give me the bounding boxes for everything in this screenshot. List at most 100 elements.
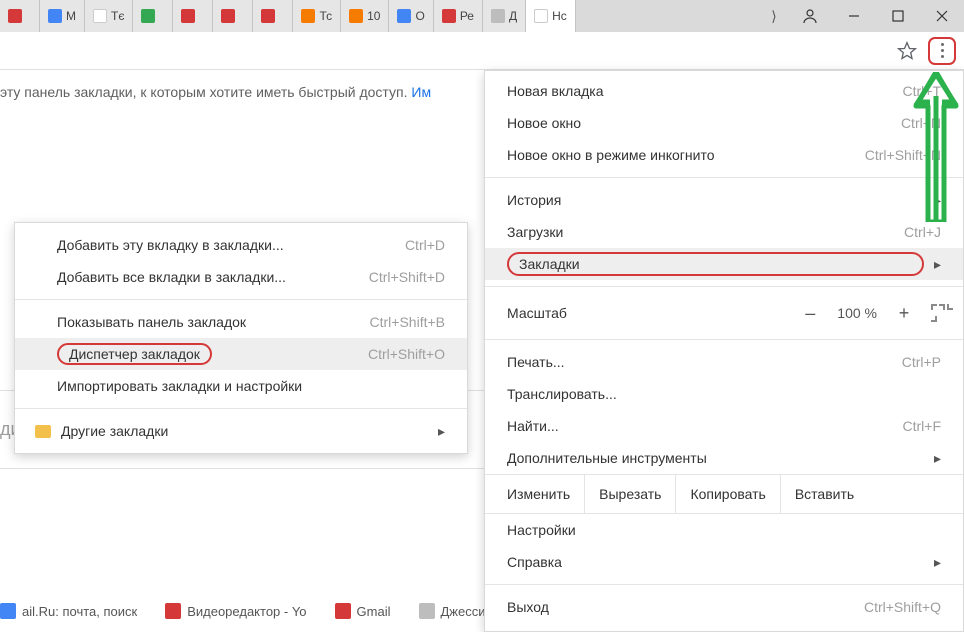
account-icon[interactable] [788,0,832,32]
tabstrip: MТє Тс 10 О Ре Д Нс [0,0,760,32]
zoom-value: 100 % [837,305,877,321]
favicon [8,9,22,23]
zoom-label: Масштаб [507,305,797,321]
hint-link[interactable]: Им [411,84,431,100]
menu-separator [485,339,963,340]
submenu-arrow-icon: ▸ [934,450,941,467]
menu-item[interactable]: Справка ▸ [485,546,963,578]
titlebar: MТє Тс 10 О Ре Д Нс ⟩ [0,0,964,32]
main-menu: Новая вкладкаCtrl+TНовое окноCtrl+NНовое… [484,70,964,632]
edit-cut-button[interactable]: Вырезать [585,475,675,513]
bookmark-shortcut[interactable]: Gmail [335,603,391,619]
zoom-row: Масштаб–100 % + [485,293,963,333]
menu-item[interactable]: Печать...Ctrl+P [485,346,963,378]
browser-tab[interactable]: Д [483,0,526,32]
edit-copy-button[interactable]: Копировать [676,475,779,513]
maximize-button[interactable] [876,0,920,32]
favicon [491,9,505,23]
browser-tab[interactable] [253,0,293,32]
favicon [181,9,195,23]
menu-label: Загрузки [507,224,904,240]
browser-tab[interactable] [213,0,253,32]
tab-label: О [415,9,424,23]
menu-item[interactable]: Найти...Ctrl+F [485,410,963,442]
menu-separator [15,408,467,409]
browser-tab[interactable] [0,0,40,32]
shortcut-label: Ctrl+J [904,224,941,240]
zoom-out-button[interactable]: – [797,303,823,324]
submenu-label: Добавить эту вкладку в закладки... [57,237,405,253]
close-button[interactable] [920,0,964,32]
tab-label: 10 [367,9,380,23]
favicon [397,9,411,23]
bookmarks-submenu: Добавить эту вкладку в закладки...Ctrl+D… [14,222,468,454]
menu-item[interactable]: Новая вкладкаCtrl+T [485,75,963,107]
menu-item[interactable]: Новое окно в режиме инкогнитоCtrl+Shift+… [485,139,963,171]
submenu-item[interactable]: Диспетчер закладокCtrl+Shift+O [15,338,467,370]
browser-tab[interactable]: Нс [526,0,576,32]
more-menu-button[interactable] [928,37,956,65]
shortcut-label: Ctrl+Shift+N [865,147,941,163]
folder-item[interactable]: Другие закладки▸ [15,415,467,447]
submenu-item[interactable]: Показывать панель закладокCtrl+Shift+B [15,306,467,338]
menu-label: Новое окно [507,115,901,131]
toolbar [0,32,964,70]
menu-item[interactable]: История▸ [485,184,963,216]
submenu-item[interactable]: Импортировать закладки и настройки [15,370,467,402]
menu-item[interactable]: Новое окноCtrl+N [485,107,963,139]
submenu-item[interactable]: Добавить все вкладки в закладки...Ctrl+S… [15,261,467,293]
submenu-item[interactable]: Добавить эту вкладку в закладки...Ctrl+D [15,229,467,261]
menu-label: Настройки [507,522,941,538]
menu-separator [485,584,963,585]
zoom-controls: –100 % + [797,303,953,324]
shortcut-label: Gmail [357,604,391,619]
browser-tab[interactable]: 10 [341,0,389,32]
menu-item[interactable]: Дополнительные инструменты ▸ [485,442,963,474]
submenu-arrow-icon: ▸ [934,554,941,571]
shortcut-label: Ctrl+Shift+Q [864,599,941,615]
browser-tab[interactable]: Ре [434,0,483,32]
menu-label: Печать... [507,354,902,370]
favicon [0,603,16,619]
tab-label: Д [509,9,517,23]
folder-icon [35,425,51,438]
browser-tab[interactable]: M [40,0,85,32]
shortcut-label: Ctrl+Shift+O [368,346,445,362]
menu-label: Выход [507,599,864,615]
menu-separator [485,177,963,178]
shortcut-label: ail.Ru: почта, поиск [22,604,137,619]
new-tab-button[interactable]: ⟩ [760,0,788,32]
menu-item[interactable]: Транслировать... [485,378,963,410]
bookmark-shortcut[interactable]: Видеоредактор - Yo [165,603,306,619]
shortcut-label: Ctrl+Shift+D [369,269,445,285]
shortcut-label: Ctrl+N [901,115,941,131]
menu-label: Дополнительные инструменты [507,450,924,466]
browser-tab[interactable] [133,0,173,32]
menu-label: Найти... [507,418,903,434]
menu-label: История [507,192,924,208]
edit-row: ИзменитьВырезатьКопироватьВставить [485,474,963,514]
menu-item[interactable]: Настройки [485,514,963,546]
tab-label: Ре [460,9,474,23]
submenu-label: Показывать панель закладок [57,314,370,330]
browser-tab[interactable] [173,0,213,32]
submenu-arrow-icon: ▸ [438,423,445,440]
submenu-label: Добавить все вкладки в закладки... [57,269,369,285]
menu-label: Закладки [507,252,924,276]
bookmark-star-button[interactable] [896,40,918,62]
browser-tab[interactable]: Тє [85,0,133,32]
favicon [442,9,456,23]
edit-paste-button[interactable]: Вставить [781,475,868,513]
zoom-in-button[interactable]: + [891,303,917,324]
minimize-button[interactable] [832,0,876,32]
menu-item[interactable]: ЗагрузкиCtrl+J [485,216,963,248]
menu-label: Новая вкладка [507,83,903,99]
browser-tab[interactable]: Тс [293,0,341,32]
bookmark-shortcut[interactable]: ail.Ru: почта, поиск [0,603,137,619]
browser-tab[interactable]: О [389,0,433,32]
fullscreen-button[interactable] [931,304,953,322]
tab-label: Нс [552,9,567,23]
menu-item[interactable]: Закладки▸ [485,248,963,280]
menu-label: Справка [507,554,924,570]
menu-item[interactable]: ВыходCtrl+Shift+Q [485,591,963,623]
